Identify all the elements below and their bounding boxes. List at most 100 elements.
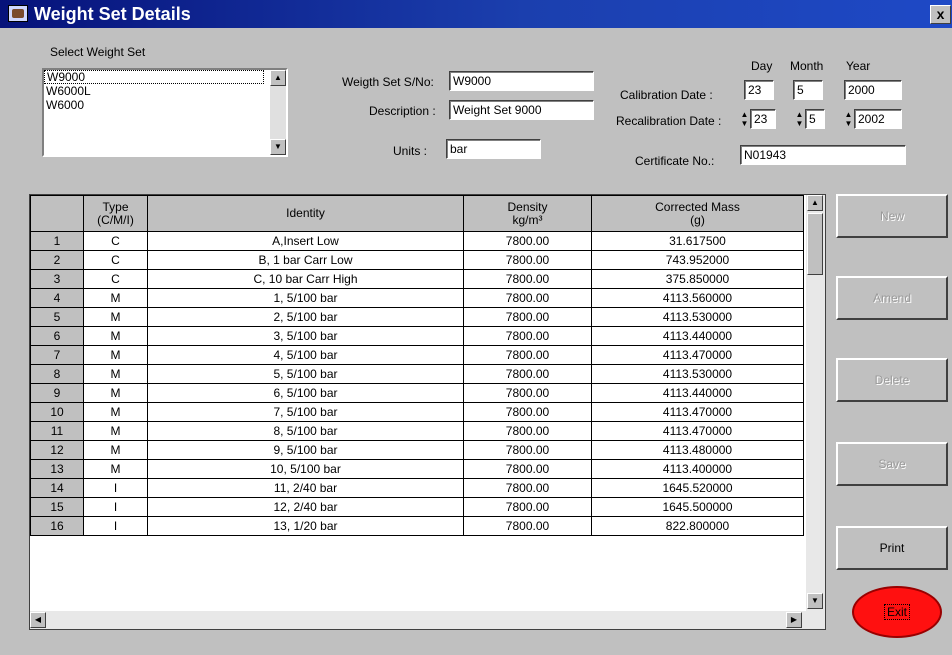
row-number-cell[interactable]: 14 [30,478,84,498]
grid-vertical-scrollbar[interactable]: ▲ ▼ [806,195,825,611]
density-cell[interactable]: 7800.00 [463,402,592,422]
scroll-up-icon[interactable]: ▲ [270,70,286,86]
corrected-mass-cell[interactable]: 822.800000 [591,516,804,536]
type-cell[interactable]: M [83,345,148,365]
corrected-mass-cell[interactable]: 743.952000 [591,250,804,270]
density-cell[interactable]: 7800.00 [463,269,592,289]
identity-cell[interactable]: C, 10 bar Carr High [147,269,464,289]
calibration-year-field[interactable]: 2000 [844,80,902,100]
row-number-cell[interactable]: 12 [30,440,84,460]
identity-cell[interactable]: 10, 5/100 bar [147,459,464,479]
type-cell[interactable]: M [83,383,148,403]
weights-grid[interactable]: Type (C/M/I) Identity Density kg/m³ Correc… [29,194,826,630]
density-cell[interactable]: 7800.00 [463,421,592,441]
row-number-cell[interactable]: 7 [30,345,84,365]
row-number-cell[interactable]: 15 [30,497,84,517]
identity-cell[interactable]: A,Insert Low [147,231,464,251]
grid-horizontal-scrollbar[interactable]: ◀ ▶ [30,611,825,629]
row-number-cell[interactable]: 1 [30,231,84,251]
identity-cell[interactable]: 1, 5/100 bar [147,288,464,308]
units-field[interactable]: bar [446,139,541,159]
type-cell[interactable]: M [83,307,148,327]
serial-field[interactable]: W9000 [449,71,594,91]
identity-cell[interactable]: 8, 5/100 bar [147,421,464,441]
identity-cell[interactable]: 7, 5/100 bar [147,402,464,422]
density-cell[interactable]: 7800.00 [463,516,592,536]
row-number-cell[interactable]: 10 [30,402,84,422]
grid-scroll-down-icon[interactable]: ▼ [807,593,823,609]
row-number-cell[interactable]: 8 [30,364,84,384]
table-row[interactable]: 15 I 12, 2/40 bar 7800.00 1645.500000 [30,497,804,517]
corrected-mass-cell[interactable]: 4113.470000 [591,345,804,365]
identity-cell[interactable]: 5, 5/100 bar [147,364,464,384]
corrected-mass-cell[interactable]: 4113.470000 [591,402,804,422]
density-cell[interactable]: 7800.00 [463,231,592,251]
weight-set-option[interactable]: W9000 [44,70,264,84]
row-number-cell[interactable]: 4 [30,288,84,308]
density-cell[interactable]: 7800.00 [463,364,592,384]
print-button[interactable]: Print [836,526,948,570]
corrected-mass-cell[interactable]: 4113.440000 [591,326,804,346]
density-cell[interactable]: 7800.00 [463,497,592,517]
identity-header[interactable]: Identity [147,195,464,232]
corrected-mass-cell[interactable]: 4113.470000 [591,421,804,441]
type-cell[interactable]: M [83,459,148,479]
table-row[interactable]: 8 M 5, 5/100 bar 7800.00 4113.530000 [30,364,804,384]
type-cell[interactable]: C [83,231,148,251]
weight-set-listbox[interactable]: W9000 W6000L W6000 ▲ ▼ [42,68,288,157]
table-row[interactable]: 14 I 11, 2/40 bar 7800.00 1645.520000 [30,478,804,498]
row-number-cell[interactable]: 9 [30,383,84,403]
weight-set-option[interactable]: W6000 [44,98,264,112]
recal-day-spinner-icon[interactable]: ▲ ▼ [740,110,749,128]
row-number-cell[interactable]: 3 [30,269,84,289]
table-row[interactable]: 1 C A,Insert Low 7800.00 31.617500 [30,231,804,251]
corrected-mass-cell[interactable]: 1645.520000 [591,478,804,498]
recal-year-spinner-icon[interactable]: ▲ ▼ [844,110,853,128]
row-number-cell[interactable]: 6 [30,326,84,346]
recalibration-year-field[interactable]: 2002 [854,109,902,129]
identity-cell[interactable]: 4, 5/100 bar [147,345,464,365]
identity-cell[interactable]: 13, 1/20 bar [147,516,464,536]
density-cell[interactable]: 7800.00 [463,383,592,403]
type-cell[interactable]: M [83,421,148,441]
corrected-mass-cell[interactable]: 375.850000 [591,269,804,289]
table-row[interactable]: 5 M 2, 5/100 bar 7800.00 4113.530000 [30,307,804,327]
row-number-cell[interactable]: 11 [30,421,84,441]
identity-cell[interactable]: 6, 5/100 bar [147,383,464,403]
density-cell[interactable]: 7800.00 [463,440,592,460]
identity-cell[interactable]: B, 1 bar Carr Low [147,250,464,270]
density-cell[interactable]: 7800.00 [463,250,592,270]
corrected-mass-cell[interactable]: 31.617500 [591,231,804,251]
delete-button[interactable]: Delete [836,358,948,402]
scroll-down-icon[interactable]: ▼ [270,139,286,155]
identity-cell[interactable]: 2, 5/100 bar [147,307,464,327]
density-cell[interactable]: 7800.00 [463,326,592,346]
type-cell[interactable]: M [83,440,148,460]
table-row[interactable]: 12 M 9, 5/100 bar 7800.00 4113.480000 [30,440,804,460]
calibration-month-field[interactable]: 5 [793,80,823,100]
corrected-mass-cell[interactable]: 1645.500000 [591,497,804,517]
table-row[interactable]: 9 M 6, 5/100 bar 7800.00 4113.440000 [30,383,804,403]
type-cell[interactable]: I [83,497,148,517]
table-row[interactable]: 6 M 3, 5/100 bar 7800.00 4113.440000 [30,326,804,346]
row-number-cell[interactable]: 16 [30,516,84,536]
type-cell[interactable]: C [83,269,148,289]
corrected-mass-cell[interactable]: 4113.530000 [591,364,804,384]
type-cell[interactable]: M [83,326,148,346]
table-row[interactable]: 10 M 7, 5/100 bar 7800.00 4113.470000 [30,402,804,422]
identity-cell[interactable]: 3, 5/100 bar [147,326,464,346]
certificate-field[interactable]: N01943 [740,145,906,165]
type-cell[interactable]: I [83,516,148,536]
save-button[interactable]: Save [836,442,948,486]
density-cell[interactable]: 7800.00 [463,288,592,308]
grid-scroll-left-icon[interactable]: ◀ [30,612,46,628]
density-cell[interactable]: 7800.00 [463,307,592,327]
table-row[interactable]: 3 C C, 10 bar Carr High 7800.00 375.850000 [30,269,804,289]
density-cell[interactable]: 7800.00 [463,478,592,498]
recalibration-day-field[interactable]: 23 [750,109,776,129]
density-cell[interactable]: 7800.00 [463,459,592,479]
recalibration-month-field[interactable]: 5 [805,109,825,129]
type-cell[interactable]: M [83,288,148,308]
listbox-scrollbar[interactable]: ▲ ▼ [270,70,286,155]
grid-scroll-right-icon[interactable]: ▶ [786,612,802,628]
